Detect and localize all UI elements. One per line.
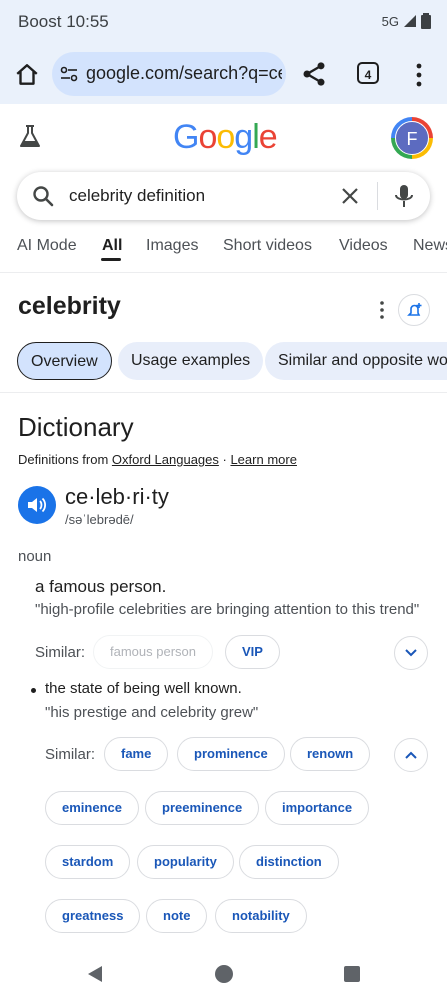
similar-chip-note[interactable]: note [146, 899, 208, 933]
more-options-icon[interactable] [378, 300, 386, 320]
status-time: 10:55 [66, 12, 109, 31]
search-divider [377, 182, 378, 210]
signal-icon [404, 15, 416, 27]
example-1: "high-profile celebrities are bringing a… [35, 601, 420, 618]
browser-toolbar: google.com/search?q=celebrity+definition… [0, 44, 447, 104]
tab-switcher-button[interactable]: 4 [357, 62, 379, 84]
network-label: 5G [381, 13, 399, 29]
recents-icon[interactable] [343, 965, 361, 983]
similar-chip-prominence[interactable]: prominence [177, 737, 285, 771]
system-nav-bar [0, 950, 447, 1000]
example-2: "his prestige and celebrity grew" [45, 704, 259, 721]
google-logo: Google [173, 118, 278, 156]
part-of-speech: noun [18, 548, 52, 565]
active-tab-indicator [101, 258, 121, 261]
dictionary-title: Dictionary [18, 412, 134, 442]
clear-icon[interactable] [339, 185, 361, 207]
site-settings-icon[interactable] [60, 65, 78, 83]
chevron-up-icon [405, 751, 417, 759]
similar-chip-importance[interactable]: importance [265, 791, 370, 825]
microphone-icon[interactable] [393, 183, 415, 209]
tab-ai-mode[interactable]: AI Mode [17, 237, 77, 255]
similar-chip-distinction[interactable]: distinction [239, 845, 339, 879]
expand-button[interactable] [394, 636, 428, 670]
status-icons: 5G [382, 13, 431, 29]
similar-chip-preeminence[interactable]: preeminence [145, 791, 260, 825]
share-icon[interactable] [300, 60, 328, 88]
collapse-button[interactable] [394, 738, 428, 772]
similar-chip-vip[interactable]: VIP [225, 635, 280, 669]
similar-chip-stardom[interactable]: stardom [45, 845, 131, 879]
status-bar: Boost 10:55 5G [0, 0, 447, 44]
definition-1: a famous person. [35, 577, 167, 596]
chip-usage-examples[interactable]: Usage examples [118, 342, 264, 380]
tab-videos[interactable]: Videos [339, 237, 388, 255]
divider [0, 392, 447, 393]
separator: · [218, 452, 231, 467]
result-title: celebrity [18, 292, 121, 320]
battery-icon [421, 13, 431, 29]
oxford-languages-link[interactable]: Oxford Languages [112, 452, 219, 467]
labs-flask-icon[interactable] [18, 124, 42, 150]
syllables: ce·leb·ri·ty [65, 484, 169, 509]
tab-all[interactable]: All [102, 237, 122, 255]
similar-chip-eminence[interactable]: eminence [45, 791, 139, 825]
tab-images[interactable]: Images [146, 237, 198, 255]
pronunciation: /səˈlebrədē/ [65, 512, 134, 527]
search-box[interactable]: celebrity definition [17, 172, 430, 220]
speaker-icon [28, 497, 47, 513]
similar-chip-popularity[interactable]: popularity [137, 845, 234, 879]
learn-more-link[interactable]: Learn more [230, 452, 296, 467]
more-vert-icon[interactable] [412, 62, 426, 88]
similar-chip-notability[interactable]: notability [215, 899, 307, 933]
search-input[interactable]: celebrity definition [69, 186, 205, 206]
pronunciation-audio-button[interactable] [18, 486, 56, 524]
similar-label-2: Similar: [45, 746, 96, 763]
source-prefix: Definitions from [18, 452, 112, 467]
url-text[interactable]: google.com/search?q=celebrity+definition [86, 63, 282, 84]
tab-short-videos[interactable]: Short videos [223, 237, 312, 255]
url-bar[interactable]: google.com/search?q=celebrity+definition [52, 52, 286, 96]
divider [0, 272, 447, 273]
home-icon[interactable] [14, 62, 40, 88]
chevron-down-icon [405, 649, 417, 657]
bell-plus-icon [407, 303, 422, 316]
similar-label-1: Similar: [35, 644, 86, 661]
search-icon [33, 186, 54, 207]
similar-chip-greatness[interactable]: greatness [45, 899, 141, 933]
home-nav-icon[interactable] [214, 964, 234, 984]
similar-chip-renown[interactable]: renown [290, 737, 371, 771]
definition-2: the state of being well known. [45, 680, 242, 697]
notification-bell-button[interactable] [398, 294, 430, 326]
avatar-letter: F [395, 121, 429, 155]
tab-news[interactable]: News [413, 237, 447, 255]
bullet [31, 688, 36, 693]
avatar[interactable]: F [391, 117, 433, 159]
chip-overview[interactable]: Overview [17, 342, 112, 380]
chip-similar-opposite[interactable]: Similar and opposite words [265, 342, 447, 380]
back-icon[interactable] [86, 964, 104, 984]
similar-chip-famous-person[interactable]: famous person [93, 635, 213, 669]
similar-chip-fame[interactable]: fame [104, 737, 169, 771]
definitions-source: Definitions from Oxford Languages · Lear… [18, 452, 297, 467]
status-carrier-time: Boost 10:55 [18, 12, 109, 31]
